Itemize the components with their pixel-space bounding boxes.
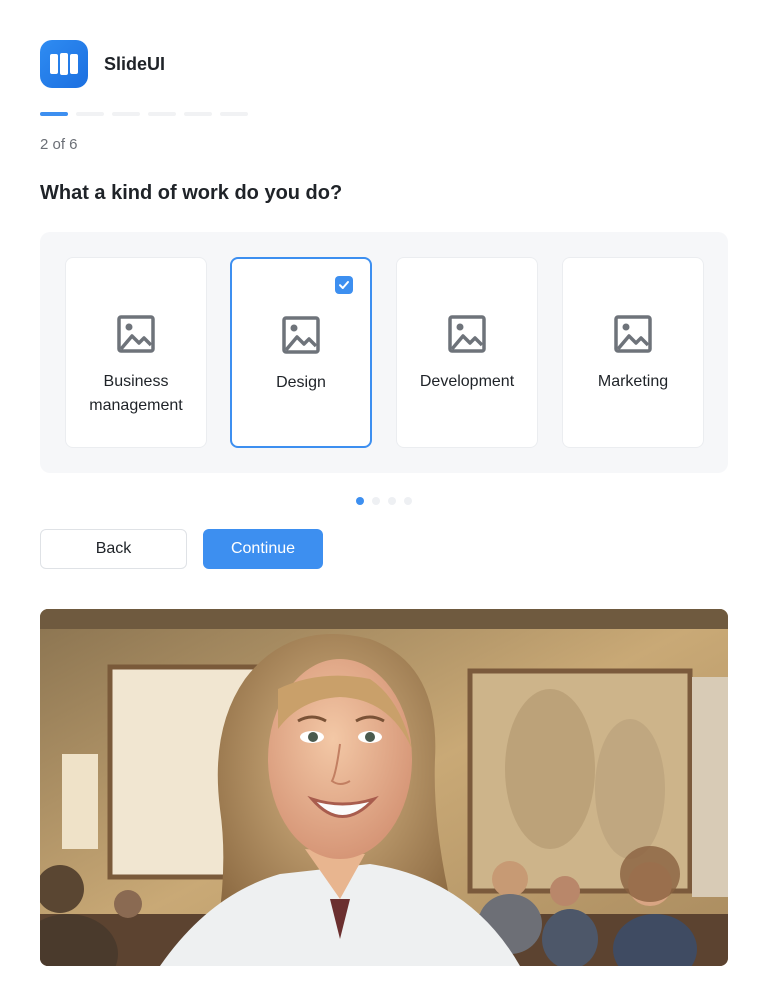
progress-step <box>184 112 212 116</box>
option-card-marketing[interactable]: Marketing <box>562 257 704 448</box>
option-label: Marketing <box>597 373 669 390</box>
image-placeholder-icon <box>117 315 155 353</box>
progress-step <box>220 112 248 116</box>
carousel-dot[interactable] <box>372 497 380 505</box>
selected-checkbox[interactable] <box>335 276 353 294</box>
slideui-logo-icon <box>50 53 78 75</box>
carousel-dot[interactable] <box>404 497 412 505</box>
step-counter: 2 of 6 <box>40 136 78 153</box>
option-card-design[interactable]: Design <box>230 257 372 448</box>
image-placeholder-icon <box>614 315 652 353</box>
back-button[interactable]: Back <box>40 529 187 569</box>
carousel-dot[interactable] <box>356 497 364 505</box>
hero-photo <box>40 609 728 966</box>
classroom-illustration <box>40 609 728 966</box>
app-logo <box>40 40 88 88</box>
continue-button[interactable]: Continue <box>203 529 323 569</box>
app-name: SlideUI <box>104 54 166 74</box>
step-progress <box>40 112 248 116</box>
question-title: What a kind of work do you do? <box>40 182 343 204</box>
carousel-pagination <box>356 497 412 505</box>
check-icon <box>339 281 349 289</box>
option-label: Business management <box>89 373 183 414</box>
options-panel: Business management Design Development M… <box>40 232 728 473</box>
progress-step <box>148 112 176 116</box>
image-placeholder-icon <box>448 315 486 353</box>
progress-step <box>76 112 104 116</box>
image-placeholder-icon <box>282 316 320 354</box>
carousel-dot[interactable] <box>388 497 396 505</box>
option-label: Development <box>419 373 515 390</box>
option-card-development[interactable]: Development <box>396 257 538 448</box>
progress-step <box>112 112 140 116</box>
option-card-business-management[interactable]: Business management <box>65 257 207 448</box>
option-label: Design <box>276 374 326 391</box>
progress-step <box>40 112 68 116</box>
